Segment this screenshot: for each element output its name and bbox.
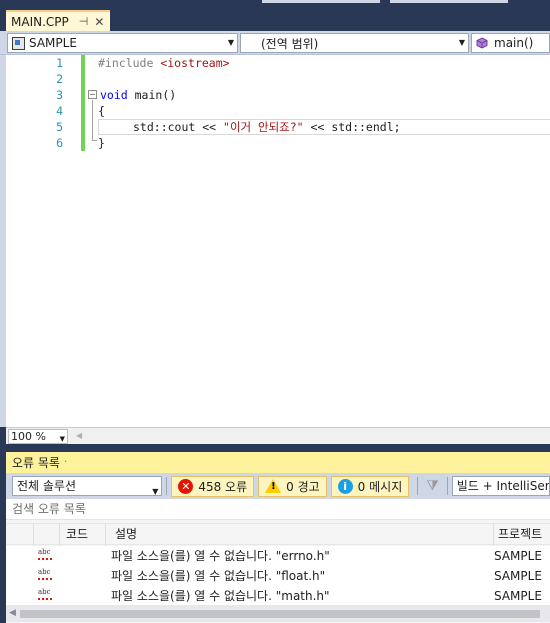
tab-main-cpp[interactable]: MAIN.CPP ⊣ ✕ xyxy=(6,10,110,31)
member-dropdown-value: main() xyxy=(494,36,534,50)
line-number: 1 xyxy=(56,56,63,70)
zoom-dropdown[interactable]: 100 % ▼ xyxy=(8,429,68,444)
scope-dropdown[interactable]: (전역 범위) ▼ xyxy=(240,33,469,53)
error-project: SAMPLE xyxy=(494,589,542,603)
keyword: void xyxy=(100,88,128,102)
chevron-down-icon: ▼ xyxy=(227,38,234,47)
warnings-filter-button[interactable]: ! 0 경고 xyxy=(258,475,327,497)
code-line-6[interactable]: } xyxy=(98,135,105,151)
document-tab-strip: MAIN.CPP ⊣ ✕ xyxy=(0,0,550,31)
string-literal: "이거 안되죠?" xyxy=(223,120,304,134)
column-header-project[interactable]: 프로젝트 xyxy=(494,524,550,546)
spelling-error-icon: abc xyxy=(38,568,51,576)
column-header-blank[interactable] xyxy=(34,524,60,546)
editor-zoom-bar: 100 % ▼ ◀ xyxy=(6,427,550,444)
code-line-5[interactable]: std::cout << "이거 안되죠?" << std::endl; xyxy=(133,119,401,135)
line-number: 2 xyxy=(56,72,63,86)
code-line-4[interactable]: { xyxy=(98,103,105,119)
warnings-count-label: 0 경고 xyxy=(286,479,320,494)
error-row[interactable]: abc 파일 소스을(를) 열 수 없습니다. "math.h" SAMPLE xyxy=(6,586,550,606)
outline-guide-end xyxy=(92,140,97,141)
line-number: 5 xyxy=(56,120,63,134)
toolbar-separator xyxy=(417,477,419,495)
solution-scope-value: 전체 솔루션 xyxy=(17,479,77,493)
warning-icon: ! xyxy=(265,479,282,493)
filter-icon[interactable]: ⧩ xyxy=(426,478,439,494)
code-line-1[interactable]: #include <iostream> xyxy=(98,55,230,71)
column-header-code[interactable]: 코드 xyxy=(60,524,106,546)
toolbar-separator xyxy=(446,477,448,495)
scrollbar-thumb[interactable] xyxy=(20,610,540,618)
change-tracking-bar xyxy=(81,55,85,151)
collapse-icon[interactable]: − xyxy=(88,90,97,99)
error-description: 파일 소스을(를) 열 수 없습니다. "errno.h" xyxy=(111,549,330,563)
error-description: 파일 소스을(를) 열 수 없습니다. "float.h" xyxy=(111,569,326,583)
zoom-value: 100 % xyxy=(11,430,46,443)
messages-filter-button[interactable]: i 0 메시지 xyxy=(330,475,410,497)
grip-icon: · xyxy=(63,457,69,468)
project-icon xyxy=(12,36,25,50)
error-row[interactable]: abc 파일 소스을(를) 열 수 없습니다. "float.h" SAMPLE xyxy=(6,566,550,586)
spelling-error-icon: abc xyxy=(38,548,51,556)
project-dropdown-value: SAMPLE xyxy=(29,36,77,50)
solution-scope-dropdown[interactable]: 전체 솔루션 ▼ xyxy=(12,476,163,496)
tab-title: MAIN.CPP xyxy=(11,14,69,29)
open-brace: { xyxy=(98,104,105,118)
code-text: << std::endl; xyxy=(303,120,401,134)
cube-icon xyxy=(476,37,488,49)
spelling-error-icon: abc xyxy=(38,588,51,596)
column-header-description[interactable]: 설명 xyxy=(106,524,494,546)
error-description: 파일 소스을(를) 열 수 없습니다. "math.h" xyxy=(111,589,330,603)
pin-icon[interactable]: ⊣ xyxy=(79,16,89,27)
project-dropdown[interactable]: SAMPLE ▼ xyxy=(7,33,238,53)
squiggle-mark xyxy=(38,597,52,600)
line-number: 3 xyxy=(56,88,63,102)
close-brace: } xyxy=(98,136,105,150)
error-list-search-input[interactable]: 검색 오류 목록 xyxy=(6,499,550,520)
error-project: SAMPLE xyxy=(494,569,542,583)
scope-dropdown-value: (전역 범위) xyxy=(261,36,319,51)
chevron-down-icon: ▼ xyxy=(458,38,465,47)
scroll-left-icon[interactable]: ◀ xyxy=(9,608,16,618)
preprocessor-directive: #include xyxy=(98,56,154,70)
info-icon: i xyxy=(337,478,353,494)
code-line-3[interactable]: void main() xyxy=(100,87,176,103)
messages-count-label: 0 메시지 xyxy=(357,479,403,494)
squiggle-mark xyxy=(38,577,52,580)
error-list-title: 오류 목록 xyxy=(12,456,60,470)
errors-count-label: 458 오류 xyxy=(198,479,248,494)
column-header-icon[interactable] xyxy=(6,524,34,546)
close-icon[interactable]: ✕ xyxy=(94,16,104,28)
errors-filter-button[interactable]: ✕ 458 오류 xyxy=(171,475,255,497)
error-icon: ✕ xyxy=(178,478,194,494)
tab-strip-divider xyxy=(262,0,380,3)
error-project: SAMPLE xyxy=(494,549,542,563)
line-number: 6 xyxy=(56,136,63,150)
include-header: <iostream> xyxy=(160,56,230,70)
tab-strip-divider xyxy=(390,0,508,3)
toolbar-separator xyxy=(166,477,168,495)
scroll-left-icon[interactable]: ◀ xyxy=(76,431,82,440)
error-list-toolbar: 전체 솔루션 ▼ ✕ 458 오류 ! 0 경고 i 0 메시지 ⧩ 빌드 + … xyxy=(6,473,550,499)
code-editor[interactable]: 1 2 3 4 5 6 − #include <iostream> void m… xyxy=(0,55,550,427)
error-list-header: 코드 설명 프로젝트 xyxy=(6,523,550,546)
navigation-bar: SAMPLE ▼ (전역 범위) ▼ main() xyxy=(0,31,550,55)
chevron-down-icon: ▼ xyxy=(59,435,65,443)
squiggle-mark xyxy=(38,557,52,560)
outline-guide xyxy=(92,100,93,140)
error-list-horizontal-scrollbar[interactable]: ◀ xyxy=(6,605,550,622)
line-number: 4 xyxy=(56,104,63,118)
build-intellisense-dropdown[interactable]: 빌드 + IntelliSense xyxy=(451,476,550,496)
build-filter-value: 빌드 + IntelliSense xyxy=(456,479,549,493)
member-dropdown[interactable]: main() xyxy=(471,33,550,53)
line-number-gutter: 1 2 3 4 5 6 xyxy=(6,55,68,427)
function-signature: main() xyxy=(127,88,177,102)
error-list-title-bar[interactable]: 오류 목록 · xyxy=(6,452,550,473)
error-list-panel: 오류 목록 · 전체 솔루션 ▼ ✕ 458 오류 ! 0 경고 i 0 메시지… xyxy=(6,452,550,623)
error-row[interactable]: abc 파일 소스을(를) 열 수 없습니다. "errno.h" SAMPLE xyxy=(6,546,550,566)
code-text: std::cout << xyxy=(133,120,224,134)
